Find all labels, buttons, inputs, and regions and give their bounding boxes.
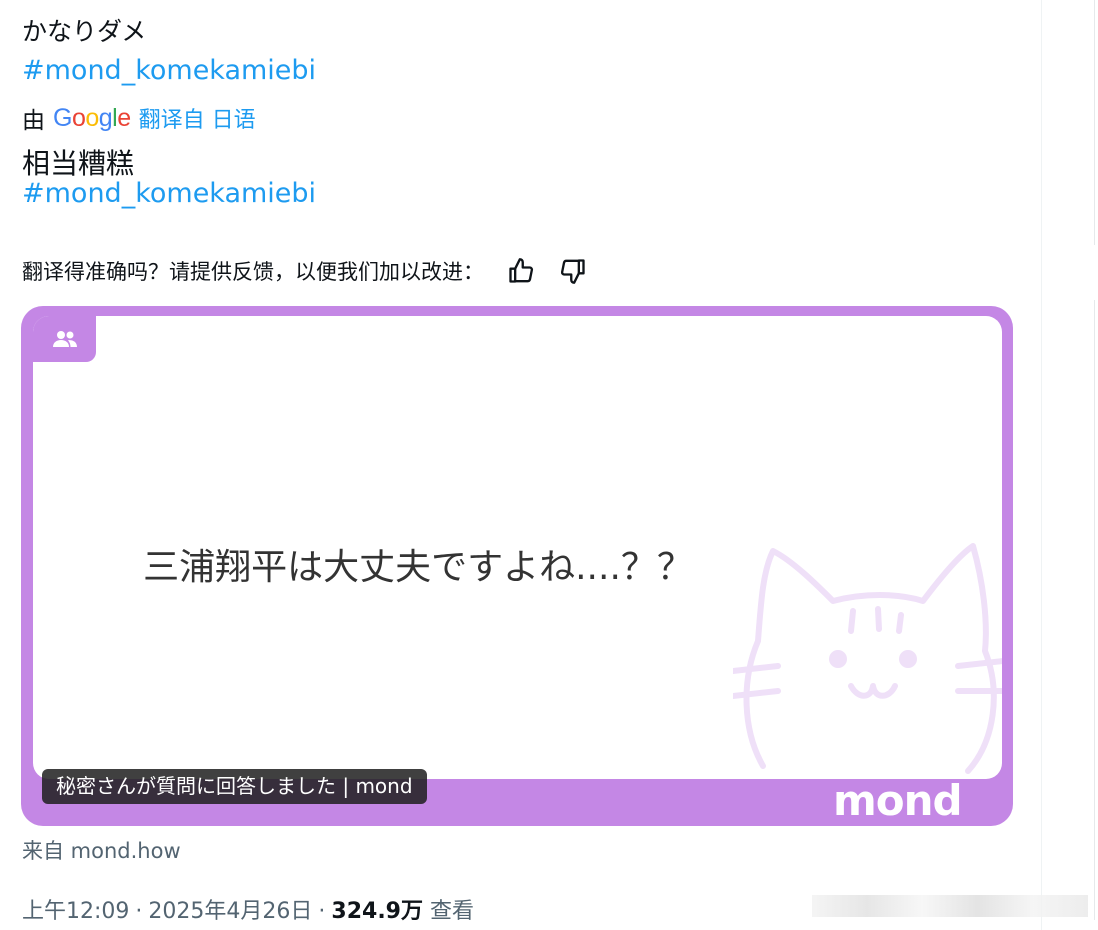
link-card[interactable]: 三浦翔平は大丈夫ですよね....？？ 秘密さんが質問に回答しました | mond… xyxy=(21,306,1013,826)
blurred-watermark xyxy=(812,895,1088,917)
people-icon xyxy=(33,316,96,362)
thumbs-up-icon[interactable] xyxy=(506,256,536,286)
views-link[interactable]: 324.9万 查看 xyxy=(331,899,474,924)
sidebar-card-edge xyxy=(1094,0,1095,245)
views-label: 查看 xyxy=(429,899,474,924)
thumbs-down-icon[interactable] xyxy=(558,256,588,286)
tweet-date: 2025年4月26日 xyxy=(148,899,313,924)
card-question: 三浦翔平は大丈夫ですよね....？？ xyxy=(143,547,693,588)
tweet-time-link[interactable]: 上午12:09 · 2025年4月26日 xyxy=(22,899,312,924)
views-count: 324.9万 xyxy=(331,899,423,924)
translated-from-link[interactable]: 翻译自 日语 xyxy=(139,102,256,134)
sidebar-card-edge xyxy=(1094,300,1095,920)
feedback-prompt: 翻译得准确吗？请提供反馈，以便我们加以改进： xyxy=(22,260,484,284)
card-image: 三浦翔平は大丈夫ですよね....？？ xyxy=(33,316,1002,779)
translation-feedback: 翻译得准确吗？请提供反馈，以便我们加以改进： xyxy=(22,255,588,287)
hashtag-link[interactable]: #mond_komekamiebi xyxy=(22,55,316,86)
translated-by-label: 由 xyxy=(22,108,45,134)
tweet-meta: 上午12:09 · 2025年4月26日 · 324.9万 查看 xyxy=(22,899,474,924)
tweet-original-text: かなりダメ xyxy=(22,17,147,46)
timeline-divider xyxy=(1041,0,1042,930)
translated-text: 相当糟糕 xyxy=(22,147,135,180)
card-caption: 秘密さんが質問に回答しました | mond xyxy=(42,769,427,804)
mond-logo: mond xyxy=(833,776,963,825)
translated-hashtag-link[interactable]: #mond_komekamiebi xyxy=(22,178,316,209)
google-logo: Google xyxy=(53,103,131,132)
tweet-time: 上午12:09 xyxy=(22,899,130,924)
card-source-link[interactable]: 来自 mond.how xyxy=(22,835,181,865)
translation-attribution: 由 Google 翻译自 日语 xyxy=(22,102,256,135)
